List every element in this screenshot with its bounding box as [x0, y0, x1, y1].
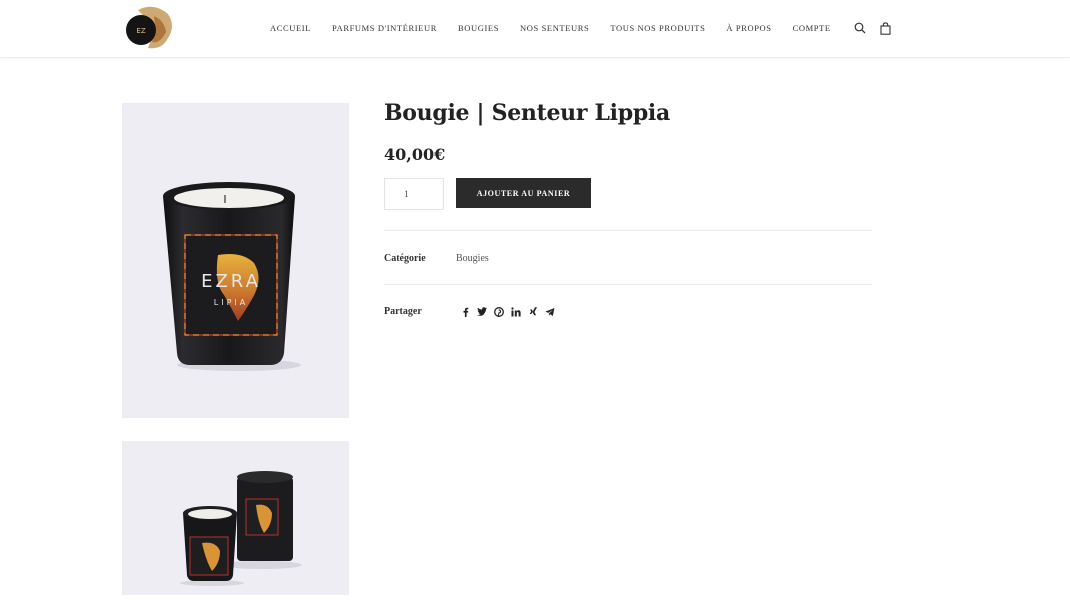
telegram-icon[interactable]: [545, 306, 555, 317]
pinterest-icon[interactable]: [494, 306, 504, 317]
category-label: Catégorie: [384, 253, 426, 264]
label-brand-text: EZRA: [201, 271, 261, 292]
nav-accueil[interactable]: ACCUEIL: [270, 23, 311, 33]
divider: [384, 230, 872, 231]
xing-icon[interactable]: [528, 306, 538, 317]
quantity-input[interactable]: [384, 178, 444, 210]
twitter-icon[interactable]: [477, 306, 487, 317]
nav-nos-senteurs[interactable]: NOS SENTEURS: [520, 23, 589, 33]
site-header: EZ ACCUEIL PARFUMS D'INTÉRIEUR BOUGIES N…: [0, 0, 1070, 58]
facebook-icon[interactable]: [460, 306, 470, 317]
nav-bougies[interactable]: BOUGIES: [458, 23, 499, 33]
nav-tous-nos-produits[interactable]: TOUS NOS PRODUITS: [610, 23, 705, 33]
divider: [384, 284, 872, 285]
share-icons: [460, 306, 562, 317]
svg-text:EZ: EZ: [136, 27, 145, 35]
product-thumbnail-image[interactable]: [122, 441, 349, 595]
share-label: Partager: [384, 306, 422, 317]
product-price: 40,00€: [384, 145, 446, 164]
category-link[interactable]: Bougies: [456, 253, 489, 264]
nav-parfums-interieur[interactable]: PARFUMS D'INTÉRIEUR: [332, 23, 437, 33]
nav-a-propos[interactable]: À PROPOS: [726, 23, 771, 33]
search-icon[interactable]: [852, 20, 868, 36]
label-scent-text: LIPIA: [214, 298, 248, 307]
site-logo[interactable]: EZ: [124, 4, 174, 52]
product-title: Bougie | Senteur Lippia: [384, 100, 670, 126]
main-nav: ACCUEIL PARFUMS D'INTÉRIEUR BOUGIES NOS …: [270, 0, 904, 56]
product-main-image[interactable]: EZRA LIPIA: [122, 103, 349, 418]
add-to-cart-button[interactable]: AJOUTER AU PANIER: [456, 178, 591, 208]
shopping-bag-icon[interactable]: [878, 20, 894, 36]
nav-compte[interactable]: COMPTE: [793, 23, 831, 33]
linkedin-icon[interactable]: [511, 306, 521, 317]
